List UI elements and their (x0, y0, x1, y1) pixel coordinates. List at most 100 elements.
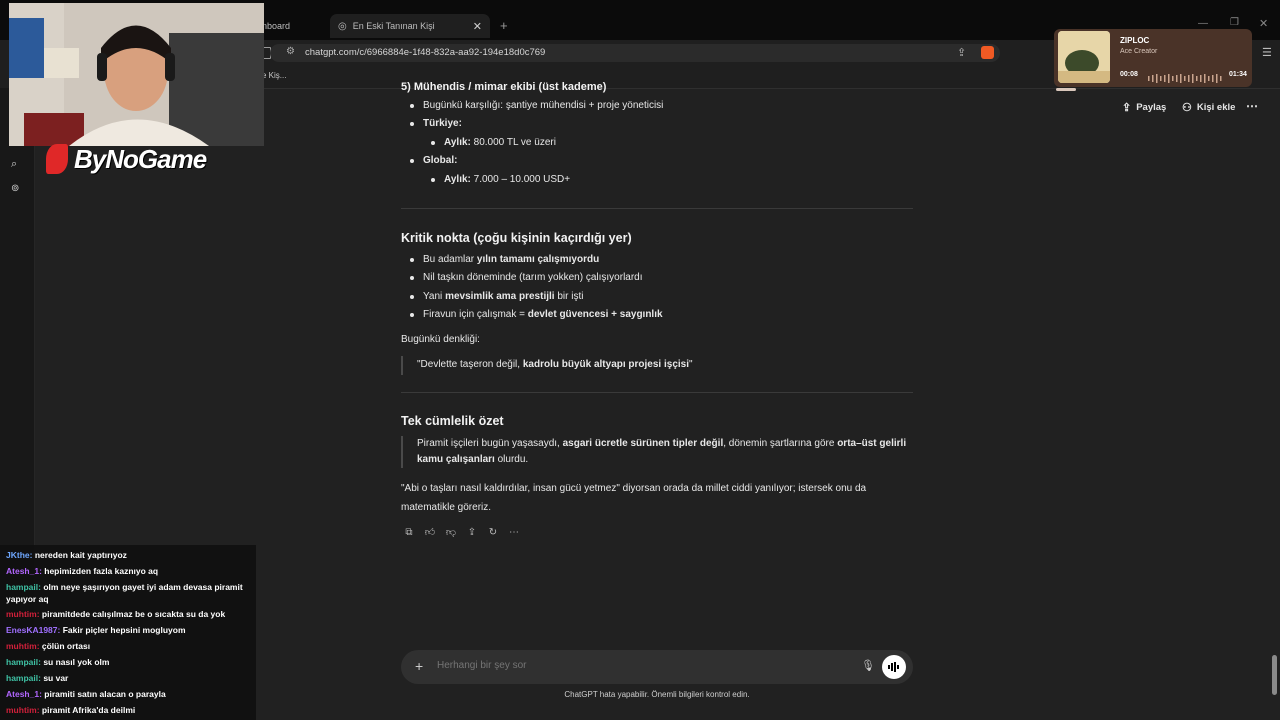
upload-icon: ⇪ (1122, 102, 1132, 114)
add-person-label: Kişi ekle (1196, 102, 1236, 113)
chat-username[interactable]: muhtim: (6, 609, 40, 619)
scrollbar[interactable] (1270, 92, 1280, 698)
chat-message: muhtim: piramit Afrika'da deilmi (6, 704, 252, 716)
chat-text: piramit Afrika'da deilmi (39, 705, 136, 715)
chat-username[interactable]: EnesKA1987: (6, 625, 60, 635)
chat-message: muhtim: piramitdede calışılmaz be o sıca… (6, 608, 252, 620)
regenerate-icon[interactable]: ↻ (485, 525, 501, 541)
share-icon[interactable]: ⇪ (464, 525, 480, 541)
track-progress (1056, 88, 1076, 91)
chat-username[interactable]: hampail: (6, 582, 41, 592)
add-person-button[interactable]: ⚇ Kişi ekle (1182, 101, 1235, 114)
assistant-message: 5) Mühendis / mimar ekibi (üst kademe) B… (401, 78, 913, 541)
chat-username[interactable]: hampail: (6, 657, 41, 667)
chat-username[interactable]: JKthe: (6, 550, 32, 560)
section-heading: 5) Mühendis / mimar ekibi (üst kademe) (401, 81, 607, 93)
chat-message: hampail: su nasıl yok olm (6, 656, 252, 668)
paragraph: "Abi o taşları nasıl kaldırdılar, insan … (401, 483, 867, 513)
track-title: ZIPLOC (1120, 36, 1150, 45)
engineer-list: Bugünkü karşılığı: şantiye mühendisi + p… (401, 97, 913, 190)
list-item: Yani mevsimlik ama prestijli bir işti (401, 288, 913, 307)
chat-username[interactable]: muhtim: (6, 705, 40, 715)
chat-text: su var (40, 673, 69, 683)
chat-text: piramitdede calışılmaz be o sıcakta su d… (39, 609, 226, 619)
chat-message: Atesh_1: piramiti satın alacan o parayla (6, 688, 252, 700)
chat-username[interactable]: muhtim: (6, 641, 40, 651)
list-item-label: Türkiye: (423, 118, 462, 129)
url-text: chatgpt.com/c/6966884e-1f48-832a-aa92-19… (305, 47, 546, 58)
section-heading: Kritik nokta (çoğu kişinin kaçırdığı yer… (401, 231, 632, 245)
list-item: Nil taşkın döneminde (tarım yokken) çalı… (401, 269, 913, 288)
tab-active[interactable]: ◎ En Eski Tanınan Kişi ✕ (330, 14, 490, 38)
divider (401, 208, 913, 209)
track-artist: Ace Creator (1120, 48, 1158, 55)
tab-dashboard[interactable]: nboard (262, 14, 290, 38)
close-tab-icon[interactable]: ✕ (473, 20, 482, 33)
share-page-icon[interactable]: ⇪ (957, 46, 966, 59)
subitem-value: 80.000 TL ve üzeri (470, 136, 556, 148)
chat-text: nereden kait yaptırıyoz (32, 550, 127, 560)
chat-message: Atesh_1: hepimizden fazla kaznıyo aq (6, 565, 252, 577)
chat-message: EnesKA1987: Fakir piçler hepsini mogluyo… (6, 624, 252, 636)
list-item: Firavun için çalışmak = devlet güvencesi… (401, 306, 913, 325)
thumbs-up-icon[interactable]: 👍︎ (422, 525, 438, 541)
more-options-icon[interactable]: ⋯ (1246, 99, 1258, 113)
chat-text: çölün ortası (39, 641, 91, 651)
chat-text: piramiti satın alacan o parayla (41, 689, 166, 699)
plus-icon[interactable]: + (415, 658, 423, 674)
webcam-overlay (9, 3, 264, 146)
more-icon[interactable]: ⋯ (506, 525, 522, 541)
chat-text: olm neye şaşırıyon gayet iyi adam devasa… (6, 582, 243, 604)
voice-mode-button[interactable] (882, 655, 906, 679)
tab-label: En Eski Tanınan Kişi (352, 21, 435, 31)
scrollbar-thumb[interactable] (1272, 655, 1277, 695)
subitem-value: 7.000 – 10.000 USD+ (470, 173, 571, 185)
waveform (1148, 70, 1222, 83)
channel-logo: ByNoGame (46, 140, 207, 178)
message-actions: ⧉ 👍︎ 👎︎ ⇪ ↻ ⋯ (401, 525, 913, 541)
blockquote: "Devlette taşeron değil, kadrolu büyük a… (401, 356, 913, 375)
chat-username[interactable]: Atesh_1: (6, 566, 42, 576)
chat-message: hampail: su var (6, 672, 252, 684)
divider (401, 391, 913, 393)
chat-message: JKthe: nereden kait yaptırıyoz (6, 549, 252, 561)
bookmark-item[interactable]: e Kiş... (262, 71, 286, 80)
thumbs-down-icon[interactable]: 👎︎ (443, 525, 459, 541)
library-icon[interactable]: ⊚ (11, 183, 19, 194)
copy-icon[interactable]: ⧉ (401, 525, 417, 541)
logo-text: ByNoGame (74, 143, 207, 174)
track-elapsed: 00:08 (1120, 71, 1138, 78)
paragraph: Bugünkü denkliği: (401, 333, 480, 345)
list-subitem: Aylık: 7.000 – 10.000 USD+ (401, 171, 913, 190)
chat-username[interactable]: hampail: (6, 673, 41, 683)
chat-text: Fakir piçler hepsini mogluyom (60, 625, 186, 635)
audio-wave-icon (888, 662, 899, 672)
blockquote: Piramit işçileri bugün yaşasaydı, asgari… (401, 436, 913, 468)
brave-shield-icon[interactable] (981, 46, 994, 59)
prompt-input[interactable] (437, 660, 817, 671)
list-item: Bu adamlar yılın tamamı çalışmıyordu (401, 251, 913, 270)
critical-list: Bu adamlar yılın tamamı çalışmıyordu Nil… (401, 251, 913, 325)
chat-message: hampail: olm neye şaşırıyon gayet iyi ad… (6, 581, 252, 605)
tab-label: nboard (262, 21, 291, 31)
list-item: Global: (401, 152, 913, 171)
chat-text: su nasıl yok olm (40, 657, 110, 667)
share-label: Paylaş (1136, 102, 1167, 113)
new-tab-icon[interactable]: + (500, 18, 508, 33)
share-button[interactable]: ⇪ Paylaş (1122, 101, 1166, 114)
subitem-label: Aylık: (444, 173, 471, 185)
search-icon[interactable]: ⌕ (11, 158, 17, 171)
logo-icon (46, 144, 68, 174)
globe-icon: ◎ (338, 20, 347, 32)
subitem-label: Aylık: (444, 136, 471, 148)
maximize-icon[interactable]: ❐ (1230, 17, 1239, 28)
webcam-image (9, 3, 264, 146)
disclaimer: ChatGPT hata yapabilir. Önemli bilgileri… (564, 690, 750, 699)
microphone-icon[interactable]: 🎙︎ (861, 659, 875, 672)
minimize-icon[interactable]: — (1198, 18, 1208, 29)
site-settings-icon[interactable]: ⚙ (286, 46, 295, 57)
person-add-icon: ⚇ (1182, 102, 1192, 114)
menu-icon[interactable]: ☰ (1262, 46, 1272, 59)
chat-username[interactable]: Atesh_1: (6, 689, 42, 699)
close-window-icon[interactable]: ✕ (1259, 17, 1268, 30)
